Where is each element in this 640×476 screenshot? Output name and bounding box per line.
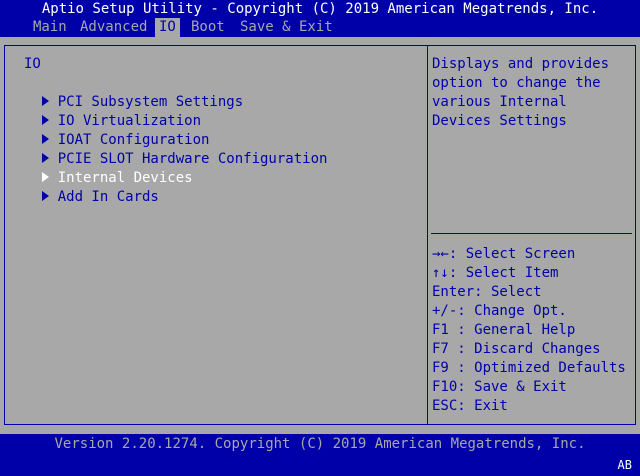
key-hint-discard: F7 : Discard Changes [432,341,601,357]
key-hint-general-help: F1 : General Help [432,322,576,338]
help-line: Displays and provides [432,56,610,72]
footer-version: Version 2.20.1274. Copyright (C) 2019 Am… [54,436,586,452]
tab-io[interactable]: IO [155,18,180,37]
key-hint-save-exit: F10: Save & Exit [432,379,567,395]
submenu-arrow-icon [41,191,49,201]
key-hint-exit: ESC: Exit [432,398,508,414]
tab-main[interactable]: Main [29,18,71,37]
key-hint-defaults: F9 : Optimized Defaults [432,360,626,376]
setup-panel: IO PCI Subsystem Settings IO Virtualizat… [0,37,640,434]
menu-item-label: Add In Cards [57,189,159,205]
tab-save-exit[interactable]: Save & Exit [236,18,337,37]
key-hint-change-opt: +/-: Change Opt. [432,303,567,319]
section-title: IO [24,56,41,72]
tab-advanced[interactable]: Advanced [76,18,151,37]
help-line: option to change the [432,75,601,91]
menu-item-add-in-cards[interactable]: Add In Cards [8,169,159,226]
help-line: various Internal [432,94,567,110]
panel-divider [427,45,428,425]
key-hint-select-screen: →←: Select Screen [432,246,576,262]
corner-badge: AB [617,458,632,472]
title-bar: Aptio Setup Utility - Copyright (C) 2019… [41,1,599,17]
help-divider [431,233,632,234]
tab-boot[interactable]: Boot [187,18,229,37]
help-line: Devices Settings [432,113,567,129]
key-hint-select-item: ↑↓: Select Item [432,265,559,281]
menu-bar: Main Advanced IO Boot Save & Exit [0,18,640,37]
key-hint-enter: Enter: Select [432,284,542,300]
